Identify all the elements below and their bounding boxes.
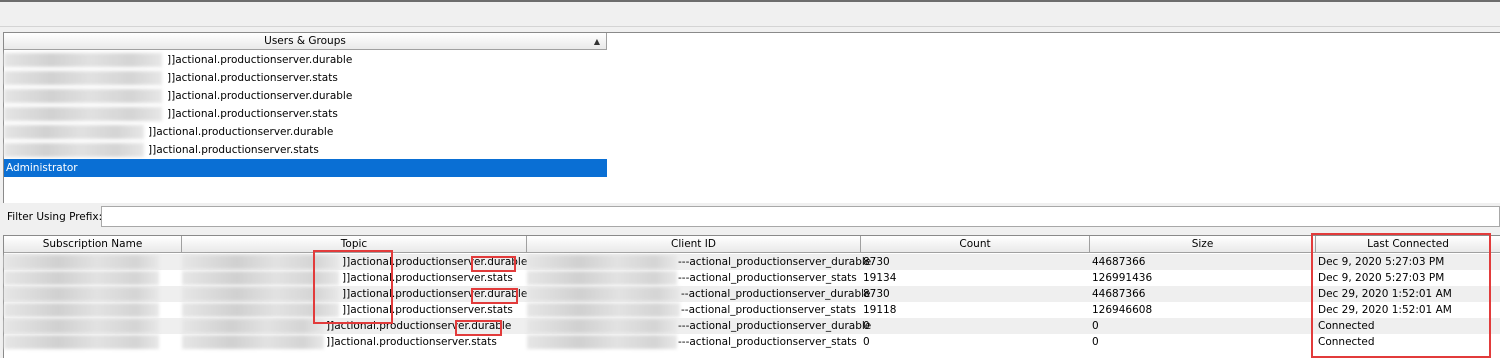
size-cell: 126946608: [1092, 304, 1153, 316]
redacted-client-prefix: [527, 303, 680, 317]
column-header-count[interactable]: Count: [861, 236, 1090, 253]
size-cell: 0: [1092, 320, 1099, 332]
user-row-text: Administrator: [6, 162, 78, 174]
sort-ascending-icon: ▲: [593, 37, 600, 46]
redacted-subscription-name: [4, 335, 159, 349]
column-header-label: Users & Groups: [264, 35, 346, 47]
highlight-durable-box: [455, 320, 502, 336]
count-cell: 0: [863, 336, 870, 348]
user-row-selected[interactable]: Administrator: [4, 159, 607, 177]
redacted-subscription-name: [4, 303, 159, 317]
toolbar-separator: [0, 26, 1500, 27]
redacted-subscription-name: [4, 287, 159, 301]
size-cell: 44687366: [1092, 288, 1146, 300]
filter-label: Filter Using Prefix:: [7, 211, 103, 223]
redacted-name: [4, 71, 162, 85]
size-cell: 0: [1092, 336, 1099, 348]
count-cell: 19134: [863, 272, 897, 284]
redacted-name: [4, 125, 144, 139]
count-cell: 8730: [863, 288, 890, 300]
client-id-cell: ---actional_productionserver_stats: [678, 272, 857, 284]
redacted-subscription-name: [4, 319, 159, 333]
table-row[interactable]: ]]actional.productionserver.durable ---a…: [4, 254, 1500, 270]
redacted-topic-prefix: [182, 335, 324, 349]
user-row-text: ]]actional.productionserver.stats: [167, 72, 338, 84]
redacted-client-prefix: [527, 255, 677, 269]
client-id-cell: ---actional_productionserver_durable: [678, 320, 872, 332]
count-cell: 19118: [863, 304, 897, 316]
redacted-name: [4, 107, 162, 121]
user-row[interactable]: ]]actional.productionserver.durable: [4, 51, 607, 69]
user-row[interactable]: ]]actional.productionserver.stats: [4, 141, 607, 159]
user-row-text: ]]actional.productionserver.durable: [148, 126, 334, 138]
table-row[interactable]: ]]actional.productionserver.stats ---act…: [4, 270, 1500, 286]
client-id-cell: --actional_productionserver_durable: [681, 288, 871, 300]
redacted-subscription-name: [4, 271, 159, 285]
user-row-text: ]]actional.productionserver.durable: [167, 54, 353, 66]
size-cell: 44687366: [1092, 256, 1146, 268]
redacted-name: [4, 143, 144, 157]
highlight-durable-box: [471, 288, 518, 304]
highlight-topic-prefix-box: [313, 250, 393, 324]
client-id-cell: --actional_productionserver_stats: [681, 304, 856, 316]
table-row[interactable]: ]]actional.productionserver.durable --ac…: [4, 286, 1500, 302]
users-groups-table[interactable]: Users & Groups ▲ ]]actional.productionse…: [3, 32, 1500, 203]
topic-cell: ]]actional.productionserver.stats: [326, 336, 497, 348]
size-cell: 126991436: [1092, 272, 1153, 284]
column-header-client-id[interactable]: Client ID: [527, 236, 861, 253]
highlight-durable-box: [471, 256, 516, 272]
redacted-client-prefix: [527, 319, 677, 333]
highlight-last-connected-box: [1311, 233, 1491, 358]
user-row[interactable]: ]]actional.productionserver.durable: [4, 87, 607, 105]
table-row[interactable]: ]]actional.productionserver.stats ---act…: [4, 334, 1500, 350]
user-row[interactable]: ]]actional.productionserver.durable: [4, 123, 607, 141]
filter-prefix-input[interactable]: [101, 206, 1500, 227]
column-header-subscription-name[interactable]: Subscription Name: [4, 236, 182, 253]
client-id-cell: ---actional_productionserver_durable: [678, 256, 872, 268]
user-row[interactable]: ]]actional.productionserver.stats: [4, 69, 607, 87]
table-row[interactable]: ]]actional.productionserver.stats --acti…: [4, 302, 1500, 318]
column-header-size[interactable]: Size: [1090, 236, 1316, 253]
client-id-cell: ---actional_productionserver_stats: [678, 336, 857, 348]
redacted-name: [4, 89, 162, 103]
user-row[interactable]: ]]actional.productionserver.stats: [4, 105, 607, 123]
user-row-text: ]]actional.productionserver.stats: [167, 108, 338, 120]
table-row[interactable]: ]]actional.productionserver.durable ---a…: [4, 318, 1500, 334]
column-header-users-groups[interactable]: Users & Groups ▲: [4, 33, 607, 50]
user-row-text: ]]actional.productionserver.durable: [167, 90, 353, 102]
redacted-client-prefix: [527, 335, 677, 349]
window-top-border: [0, 0, 1500, 2]
count-cell: 0: [863, 320, 870, 332]
redacted-client-prefix: [527, 271, 677, 285]
subscriptions-table[interactable]: Subscription Name Topic Client ID Count …: [3, 233, 1500, 358]
redacted-topic-prefix: [182, 319, 324, 333]
user-row-text: ]]actional.productionserver.stats: [148, 144, 319, 156]
redacted-client-prefix: [527, 287, 680, 301]
redacted-subscription-name: [4, 255, 159, 269]
redacted-name: [4, 53, 162, 67]
count-cell: 8730: [863, 256, 890, 268]
